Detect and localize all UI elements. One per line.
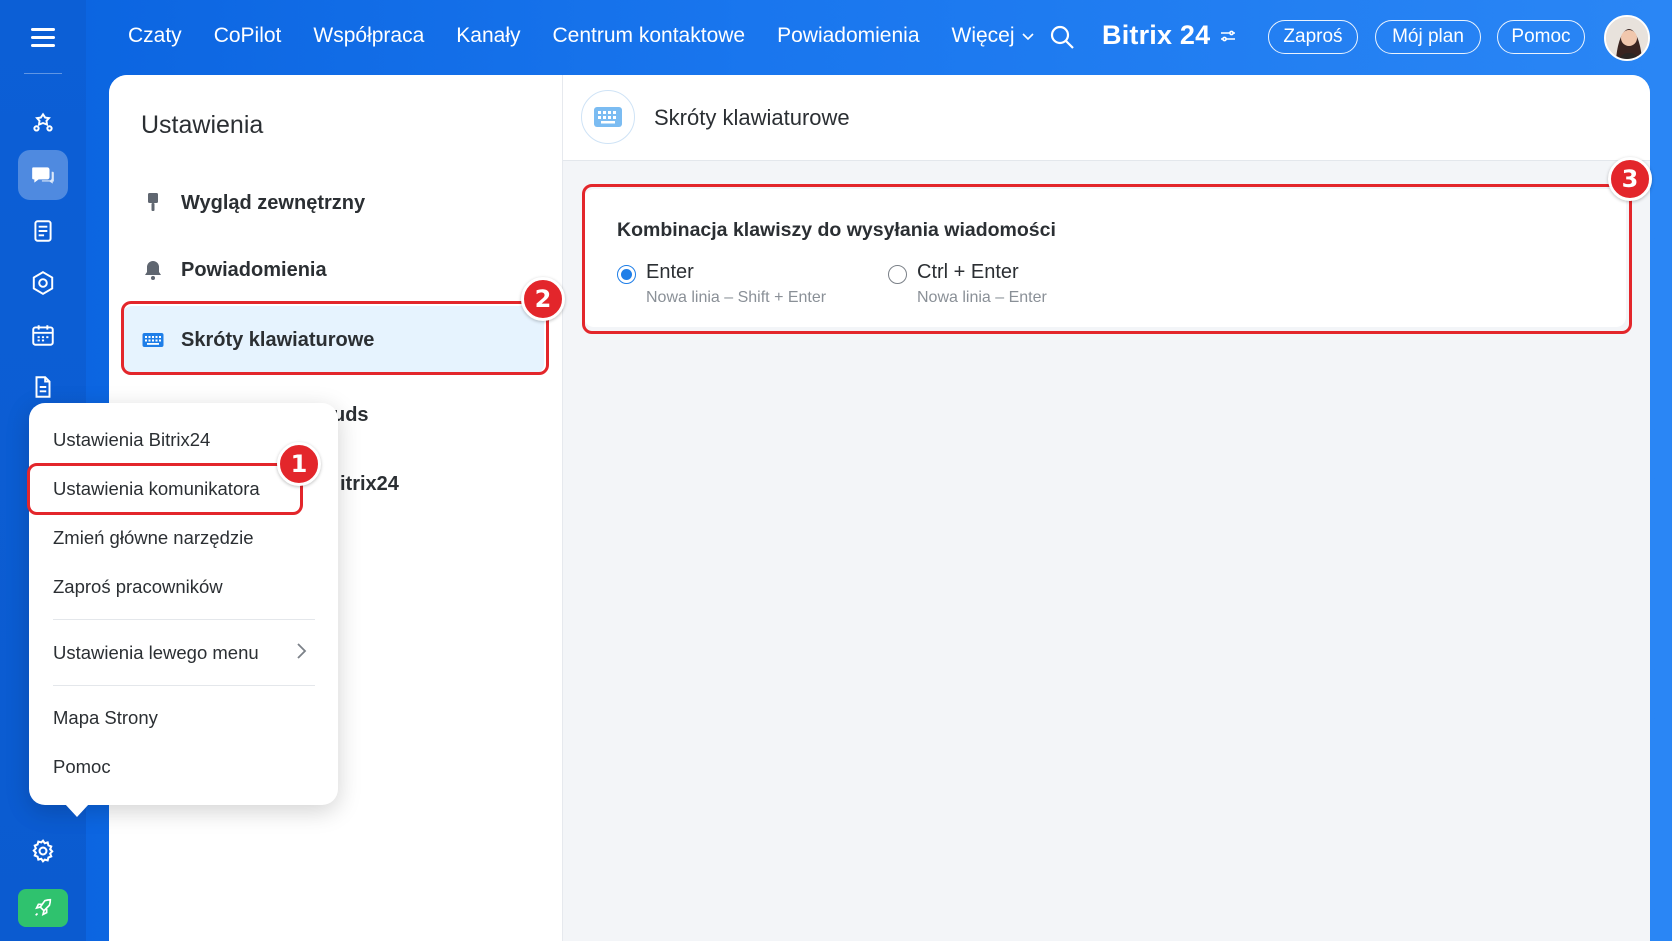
invite-button[interactable]: Zaproś bbox=[1268, 20, 1358, 54]
rail-divider bbox=[24, 73, 62, 74]
keyboard-badge bbox=[581, 90, 635, 144]
option-ctrl-enter-label: Ctrl + Enter bbox=[917, 261, 1019, 283]
menu-item-sitemap[interactable]: Mapa Strony bbox=[53, 707, 158, 729]
nav-copilot[interactable]: CoPilot bbox=[214, 24, 282, 48]
feed-icon[interactable] bbox=[18, 206, 68, 256]
settings-item-label: Skróty klawiaturowe bbox=[181, 328, 375, 351]
settings-title: Ustawienia bbox=[141, 111, 264, 139]
settings-item-peek-2[interactable]: itrix24 bbox=[340, 473, 399, 496]
option-enter[interactable]: Enter Nowa linia – Shift + Enter bbox=[617, 261, 826, 307]
search-icon[interactable] bbox=[1049, 24, 1075, 50]
step-badge-1: 1 bbox=[277, 442, 321, 486]
keyboard-icon bbox=[594, 107, 622, 127]
workspace-icon[interactable] bbox=[18, 258, 68, 308]
settings-window: Ustawienia Wygląd zewnętrzny Powiadomien… bbox=[109, 75, 1650, 941]
send-shortcut-title: Kombinacja klawiszy do wysyłania wiadomo… bbox=[617, 219, 1056, 241]
menu-item-change-main-tool[interactable]: Zmień główne narzędzie bbox=[53, 527, 254, 549]
calendar-icon[interactable] bbox=[18, 310, 68, 360]
option-enter-hint: Nowa linia – Shift + Enter bbox=[646, 289, 827, 306]
nav-channels[interactable]: Kanały bbox=[456, 24, 520, 48]
menu-item-help[interactable]: Pomoc bbox=[53, 756, 111, 778]
step-badge-2: 2 bbox=[521, 277, 565, 321]
menu-divider bbox=[53, 685, 315, 686]
option-ctrl-enter[interactable]: Ctrl + Enter Nowa linia – Enter bbox=[888, 261, 1047, 307]
nav-contact-center[interactable]: Centrum kontaktowe bbox=[553, 24, 746, 48]
nav-more-label: Więcej bbox=[951, 24, 1015, 47]
option-enter-label: Enter bbox=[646, 261, 694, 283]
menu-item-left-menu-settings[interactable]: Ustawienia lewego menu bbox=[53, 642, 259, 664]
nav-collaboration[interactable]: Współpraca bbox=[313, 24, 424, 48]
chats-icon[interactable] bbox=[18, 150, 68, 200]
nav-chats[interactable]: Czaty bbox=[128, 24, 182, 48]
my-plan-button[interactable]: Mój plan bbox=[1375, 20, 1481, 54]
content-header: Skróty klawiaturowe bbox=[563, 75, 1650, 161]
settings-item-peek-1[interactable]: uds bbox=[333, 404, 369, 427]
settings-item-label: Powiadomienia bbox=[181, 258, 327, 281]
sliders-icon bbox=[1221, 30, 1236, 41]
user-avatar[interactable] bbox=[1604, 15, 1650, 61]
menu-item-messenger-settings[interactable]: Ustawienia komunikatora bbox=[53, 478, 260, 500]
radio-enter[interactable] bbox=[617, 265, 636, 284]
settings-item-notifications[interactable]: Powiadomienia bbox=[141, 250, 327, 290]
option-ctrl-enter-hint: Nowa linia – Enter bbox=[917, 289, 1047, 306]
brand-name: Bitrix 24 bbox=[1102, 20, 1211, 50]
copilot-icon[interactable] bbox=[18, 98, 68, 148]
help-button[interactable]: Pomoc bbox=[1497, 20, 1585, 54]
step-badge-3: 3 bbox=[1608, 157, 1652, 201]
rocket-icon[interactable] bbox=[18, 889, 68, 927]
content-title: Skróty klawiaturowe bbox=[654, 105, 850, 130]
top-navigation: Czaty CoPilot Współpraca Kanały Centrum … bbox=[128, 24, 1067, 48]
nav-more[interactable]: Więcej bbox=[952, 24, 1035, 48]
menu-divider bbox=[53, 619, 315, 620]
menu-item-bitrix24-settings[interactable]: Ustawienia Bitrix24 bbox=[53, 429, 210, 451]
brand-logo[interactable]: Bitrix 24 bbox=[1102, 20, 1238, 51]
settings-item-keyboard-shortcuts[interactable]: Skróty klawiaturowe bbox=[122, 306, 544, 374]
bell-icon bbox=[145, 261, 161, 280]
nav-notifications[interactable]: Powiadomienia bbox=[777, 24, 919, 48]
menu-item-invite-employees[interactable]: Zaproś pracowników bbox=[53, 576, 223, 598]
settings-item-appearance[interactable]: Wygląd zewnętrzny bbox=[141, 183, 365, 223]
brush-icon bbox=[148, 193, 158, 211]
chevron-right-icon bbox=[297, 643, 307, 659]
settings-gear-icon[interactable] bbox=[18, 826, 68, 876]
send-shortcut-panel: Kombinacja klawiszy do wysyłania wiadomo… bbox=[584, 189, 1626, 327]
radio-ctrl-enter[interactable] bbox=[888, 265, 907, 284]
settings-item-label: Wygląd zewnętrzny bbox=[181, 191, 366, 214]
hamburger-menu-icon[interactable] bbox=[31, 28, 55, 48]
keyboard-icon bbox=[142, 333, 164, 347]
chevron-down-icon bbox=[1021, 33, 1034, 41]
